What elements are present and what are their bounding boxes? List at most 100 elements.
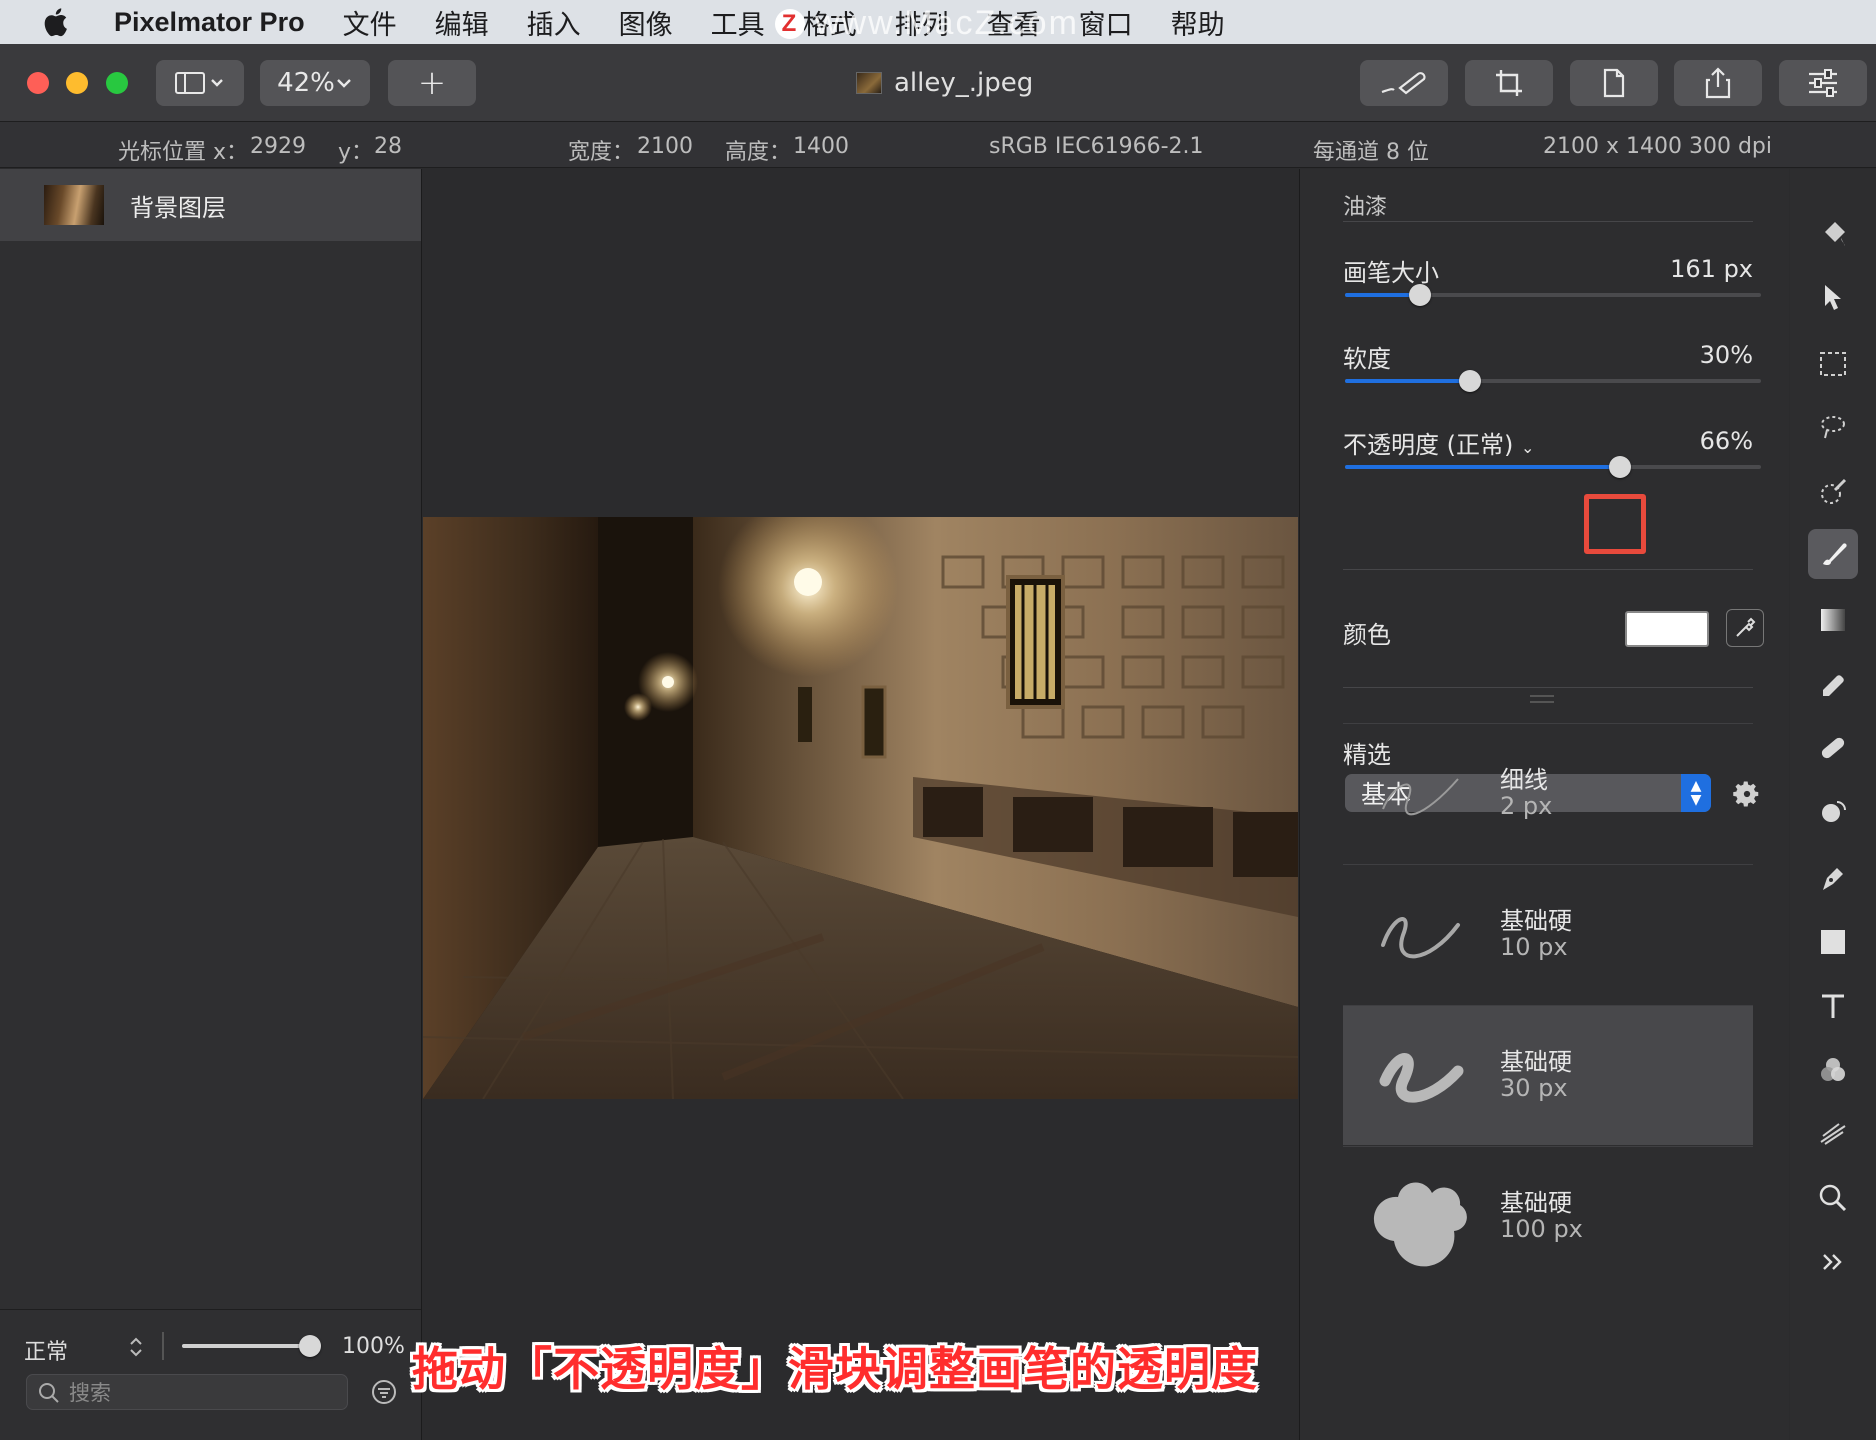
layer-thumbnail: [44, 185, 104, 225]
brush-preset-item[interactable]: 基础硬 100 px: [1343, 1146, 1753, 1286]
layer-opacity-fill: [182, 1344, 310, 1348]
height-value: 1400: [793, 134, 849, 159]
crop-button[interactable]: [1465, 60, 1553, 106]
panel-resize-handle[interactable]: [1530, 695, 1554, 703]
opacity-mode-dropdown[interactable]: 不透明度 (正常) ⌄: [1343, 425, 1534, 460]
document-name: alley_.jpeg: [894, 68, 1034, 98]
arrange-tool[interactable]: [1808, 273, 1858, 323]
type-icon: [1822, 994, 1844, 1018]
chevron-updown-icon[interactable]: [128, 1334, 144, 1360]
cursor-x-label: 光标位置 x：: [118, 140, 249, 165]
pen-tool[interactable]: [1808, 853, 1858, 903]
opacity-value[interactable]: 66%: [1700, 427, 1753, 455]
zoom-window-button[interactable]: [106, 72, 128, 94]
presets-divider: [1343, 687, 1753, 688]
eyedropper-button[interactable]: [1726, 609, 1764, 647]
add-label: +: [417, 63, 447, 103]
layer-row[interactable]: 背景图层: [0, 169, 421, 241]
menu-help[interactable]: 帮助: [1171, 3, 1225, 42]
filter-icon[interactable]: [370, 1378, 398, 1406]
minimize-window-button[interactable]: [66, 72, 88, 94]
bandage-icon: [1821, 737, 1845, 759]
menu-edit[interactable]: 编辑: [435, 3, 489, 42]
annotate-button[interactable]: [1360, 60, 1448, 106]
opacity-knob[interactable]: [1609, 456, 1631, 478]
apple-icon[interactable]: [40, 5, 74, 39]
canvas-area[interactable]: [423, 169, 1298, 1440]
gradient-icon: [1821, 609, 1845, 631]
lasso-icon: [1821, 416, 1845, 439]
paint-bucket-icon: [1825, 222, 1845, 246]
share-icon: [1705, 67, 1731, 99]
opacity-fill: [1345, 465, 1620, 469]
brush-preset-item[interactable]: 基础硬 10 px: [1343, 864, 1753, 1004]
softness-label: 软度: [1343, 345, 1391, 373]
brush-size-value[interactable]: 161 px: [1670, 255, 1753, 283]
retouch-tool[interactable]: [1808, 787, 1858, 837]
layer-name: 背景图层: [130, 193, 226, 222]
gradient-tool[interactable]: [1808, 595, 1858, 645]
hard-100-stroke-icon: [1373, 1182, 1467, 1267]
menu-window[interactable]: 窗口: [1079, 3, 1133, 42]
menu-image[interactable]: 图像: [619, 3, 673, 42]
brush-size-knob[interactable]: [1409, 284, 1431, 306]
brush-size-label: 画笔大小: [1343, 259, 1439, 287]
brush-name: 基础硬: [1500, 907, 1572, 935]
softness-value[interactable]: 30%: [1700, 341, 1753, 369]
eraser-tool[interactable]: [1808, 659, 1858, 709]
menu-file[interactable]: 文件: [343, 3, 397, 42]
section-title: 油漆: [1343, 195, 1388, 220]
paint-bucket-tool[interactable]: [1808, 209, 1858, 259]
zoom-tool[interactable]: [1808, 1173, 1858, 1223]
layer-opacity-knob[interactable]: [299, 1335, 321, 1357]
arrow-cursor-icon: [1825, 285, 1841, 310]
search-placeholder: 搜索: [69, 1381, 111, 1405]
effects-tool[interactable]: [1808, 1109, 1858, 1159]
close-window-button[interactable]: [27, 72, 49, 94]
brush-size: 2 px: [1500, 792, 1553, 820]
color-adjust-tool[interactable]: [1808, 1045, 1858, 1095]
softness-fill: [1345, 379, 1470, 383]
sidebar-toggle-button[interactable]: [156, 60, 244, 106]
menu-insert[interactable]: 插入: [527, 3, 581, 42]
tutorial-caption: 拖动「不透明度」滑块调整画笔的透明度: [412, 1342, 1258, 1396]
rect-select-icon: [1820, 352, 1846, 376]
bit-depth: 每通道 8 位: [1313, 140, 1429, 165]
type-tool[interactable]: [1808, 981, 1858, 1031]
format-button[interactable]: [1570, 60, 1658, 106]
document-thumbnail: [856, 72, 882, 94]
rectangle-shape-icon: [1821, 930, 1845, 954]
zoom-dropdown[interactable]: 42%: [260, 60, 370, 106]
repair-tool[interactable]: [1808, 723, 1858, 773]
brush-preset-item-selected[interactable]: 基础硬 30 px: [1343, 1005, 1753, 1145]
eyedropper-icon: [1736, 617, 1756, 637]
add-button[interactable]: +: [388, 60, 476, 106]
blend-mode-select[interactable]: 正常: [24, 1334, 68, 1366]
layers-sidebar: 背景图层 正常 100% 搜索: [0, 169, 422, 1440]
brush-stroke-icon: [1381, 72, 1426, 95]
color-label: 颜色: [1343, 621, 1391, 649]
layers-footer: 正常 100% 搜索: [0, 1309, 421, 1440]
more-tools-button[interactable]: [1808, 1237, 1858, 1287]
color-swatch[interactable]: [1625, 611, 1709, 647]
tool-options-button[interactable]: [1779, 60, 1867, 106]
menu-tools[interactable]: 工具: [711, 3, 765, 42]
layer-search-field[interactable]: 搜索: [26, 1374, 348, 1410]
shape-tool[interactable]: [1808, 917, 1858, 967]
paint-tool[interactable]: [1808, 529, 1858, 579]
quick-select-tool[interactable]: [1808, 467, 1858, 517]
alley-photo[interactable]: [423, 517, 1298, 1099]
image-dimensions: 2100 x 1400 300 dpi: [1543, 134, 1773, 159]
app-menu[interactable]: Pixelmator Pro: [114, 7, 305, 38]
softness-knob[interactable]: [1459, 370, 1481, 392]
hard-30-stroke-icon: [1379, 1053, 1464, 1103]
brush-name: 基础硬: [1500, 1189, 1572, 1217]
chevron-down-icon: [337, 79, 351, 88]
lasso-tool[interactable]: [1808, 403, 1858, 453]
rect-select-tool[interactable]: [1808, 339, 1858, 389]
width-value: 2100: [637, 134, 693, 159]
double-chevron-right-icon: [1823, 1254, 1842, 1270]
share-button[interactable]: [1674, 60, 1762, 106]
tool-strip: [1790, 169, 1876, 1440]
brush-preset-item[interactable]: 细线 2 px: [1343, 723, 1753, 863]
